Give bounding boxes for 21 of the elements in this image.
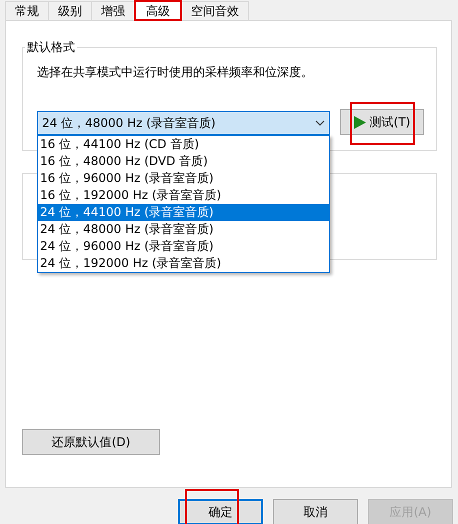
dropdown-option[interactable]: 16 位，44100 Hz (CD 音质)	[38, 136, 329, 153]
dropdown-option[interactable]: 16 位，96000 Hz (录音室音质)	[38, 170, 329, 187]
restore-defaults-button[interactable]: 还原默认值(D)	[22, 429, 160, 455]
description: 选择在共享模式中运行时使用的采样频率和位深度。	[37, 64, 314, 81]
tab[interactable]: 空间音效	[181, 1, 249, 20]
format-dropdown[interactable]: 24 位，48000 Hz (录音室音质)	[37, 111, 330, 135]
dialog-button[interactable]: 取消	[273, 499, 358, 524]
dropdown-option[interactable]: 16 位，192000 Hz (录音室音质)	[38, 187, 329, 204]
dropdown-option[interactable]: 24 位，96000 Hz (录音室音质)	[38, 238, 329, 255]
dialog-button[interactable]: 确定	[178, 499, 263, 524]
tab[interactable]: 级别	[48, 1, 92, 20]
group-title: 默认格式	[26, 39, 76, 56]
dropdown-option[interactable]: 24 位，44100 Hz (录音室音质)	[38, 204, 329, 221]
dropdown-option[interactable]: 16 位，48000 Hz (DVD 音质)	[38, 153, 329, 170]
tab[interactable]: 常规	[5, 1, 49, 20]
dropdown-option[interactable]: 24 位，48000 Hz (录音室音质)	[38, 221, 329, 238]
chevron-icon	[315, 120, 325, 126]
play-icon	[354, 116, 366, 128]
test-button[interactable]: 测试(T)	[340, 109, 424, 135]
dropdown-option[interactable]: 24 位，192000 Hz (录音室音质)	[38, 255, 329, 272]
tab[interactable]: 高级	[134, 0, 182, 21]
